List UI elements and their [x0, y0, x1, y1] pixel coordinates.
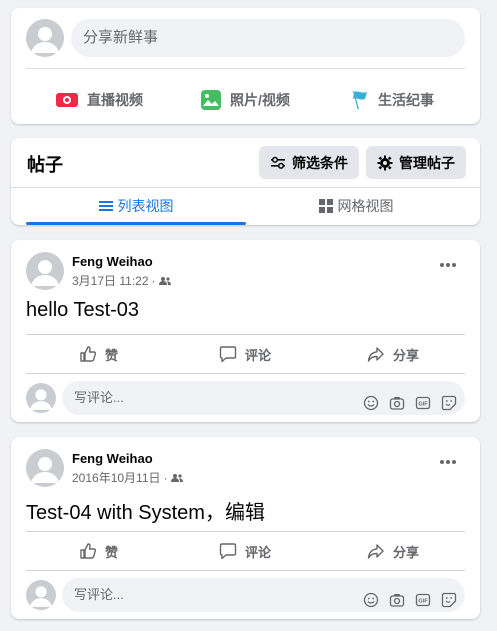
gear-icon [377, 155, 393, 170]
post-meta: 3月17日 11:22 · [72, 272, 171, 289]
sticker-icon[interactable] [441, 587, 457, 608]
default-avatar-icon [31, 457, 59, 483]
sliders-icon [271, 156, 285, 169]
more-options-icon[interactable] [438, 261, 458, 269]
author-name[interactable]: Feng Weihao [72, 254, 153, 269]
svg-text:GIF: GIF [418, 402, 428, 408]
comment-input[interactable]: 写评论... GIF [62, 381, 465, 415]
like-label: 赞 [105, 347, 119, 363]
share-button[interactable]: 分享 [367, 336, 419, 372]
live-video-button[interactable]: 直播视频 [55, 80, 143, 120]
posts-header: 帖子 筛选条件 管理帖子 列表视图 网格视图 [11, 138, 480, 225]
camera-icon[interactable] [389, 390, 405, 410]
meta-separator: · [151, 273, 156, 288]
posts-title: 帖子 [27, 155, 63, 175]
post-meta: 2016年10月11日 · [72, 469, 183, 486]
post-content: hello Test-03 [26, 299, 140, 321]
list-icon [98, 201, 113, 211]
active-tab-indicator [26, 222, 246, 225]
divider [26, 334, 465, 335]
photo-video-label: 照片/视频 [230, 92, 290, 108]
divider [26, 570, 465, 571]
commenter-avatar[interactable] [26, 580, 56, 610]
comment-icon [219, 543, 237, 560]
comment-placeholder: 写评论... [74, 587, 124, 602]
share-icon [367, 347, 384, 362]
friends-icon[interactable] [170, 473, 183, 483]
gif-icon[interactable]: GIF [415, 587, 431, 607]
tab-list-view-label: 列表视图 [117, 198, 174, 214]
comment-icon [219, 346, 237, 363]
like-label: 赞 [105, 544, 119, 560]
divider [26, 373, 465, 374]
default-avatar-icon [31, 260, 59, 286]
filter-button[interactable]: 筛选条件 [259, 146, 359, 179]
photo-video-icon [201, 90, 221, 110]
default-avatar-icon [29, 389, 53, 410]
flag-icon [353, 91, 367, 109]
comment-input[interactable]: 写评论... GIF [62, 578, 465, 612]
thumbs-up-icon [80, 543, 97, 559]
filter-label: 筛选条件 [292, 154, 348, 171]
life-event-label: 生活纪事 [378, 92, 434, 108]
comment-tools: GIF [363, 587, 457, 608]
user-avatar[interactable] [26, 19, 64, 57]
camera-icon[interactable] [389, 587, 405, 607]
grid-icon [318, 199, 333, 213]
comment-label: 评论 [245, 544, 272, 560]
like-button[interactable]: 赞 [79, 336, 118, 372]
comment-button[interactable]: 评论 [219, 533, 271, 569]
photo-video-button[interactable]: 照片/视频 [200, 80, 290, 120]
tab-grid-view[interactable]: 网格视图 [246, 188, 466, 224]
post-card: Feng Weihao 3月17日 11:22 · hello Test-03 … [11, 240, 480, 422]
default-avatar-icon [31, 27, 59, 53]
composer-input[interactable]: 分享新鲜事 [71, 19, 465, 57]
divider [26, 531, 465, 532]
friends-icon[interactable] [158, 276, 171, 286]
share-label: 分享 [393, 347, 420, 363]
manage-posts-label: 管理帖子 [399, 154, 455, 171]
tab-grid-view-label: 网格视图 [337, 198, 394, 214]
like-button[interactable]: 赞 [79, 533, 118, 569]
emoji-icon[interactable] [363, 587, 379, 608]
commenter-avatar[interactable] [26, 383, 56, 413]
comment-placeholder: 写评论... [74, 390, 124, 405]
svg-text:GIF: GIF [418, 599, 428, 605]
live-video-icon [56, 93, 78, 107]
post-card: Feng Weihao 2016年10月11日 · Test-04 with S… [11, 437, 480, 619]
live-video-label: 直播视频 [87, 92, 143, 108]
tab-list-view[interactable]: 列表视图 [26, 188, 246, 225]
author-avatar[interactable] [26, 252, 64, 290]
comment-button[interactable]: 评论 [219, 336, 271, 372]
gif-icon[interactable]: GIF [415, 390, 431, 410]
post-content: Test-04 with System，编辑 [26, 502, 265, 524]
share-label: 分享 [393, 544, 420, 560]
post-composer: 分享新鲜事 直播视频 照片/视频 生活纪事 [11, 8, 480, 124]
default-avatar-icon [29, 586, 53, 607]
post-date[interactable]: 2016年10月11日 [72, 469, 161, 486]
comment-tools: GIF [363, 390, 457, 411]
more-options-icon[interactable] [438, 458, 458, 466]
share-icon [367, 544, 384, 559]
divider [26, 68, 465, 69]
emoji-icon[interactable] [363, 390, 379, 411]
share-button[interactable]: 分享 [367, 533, 419, 569]
life-event-button[interactable]: 生活纪事 [350, 80, 434, 120]
manage-posts-button[interactable]: 管理帖子 [366, 146, 466, 179]
meta-separator: · [163, 470, 168, 485]
sticker-icon[interactable] [441, 390, 457, 411]
post-date[interactable]: 3月17日 11:22 [72, 272, 149, 289]
author-name[interactable]: Feng Weihao [72, 451, 153, 466]
comment-label: 评论 [245, 347, 272, 363]
thumbs-up-icon [80, 346, 97, 362]
author-avatar[interactable] [26, 449, 64, 487]
